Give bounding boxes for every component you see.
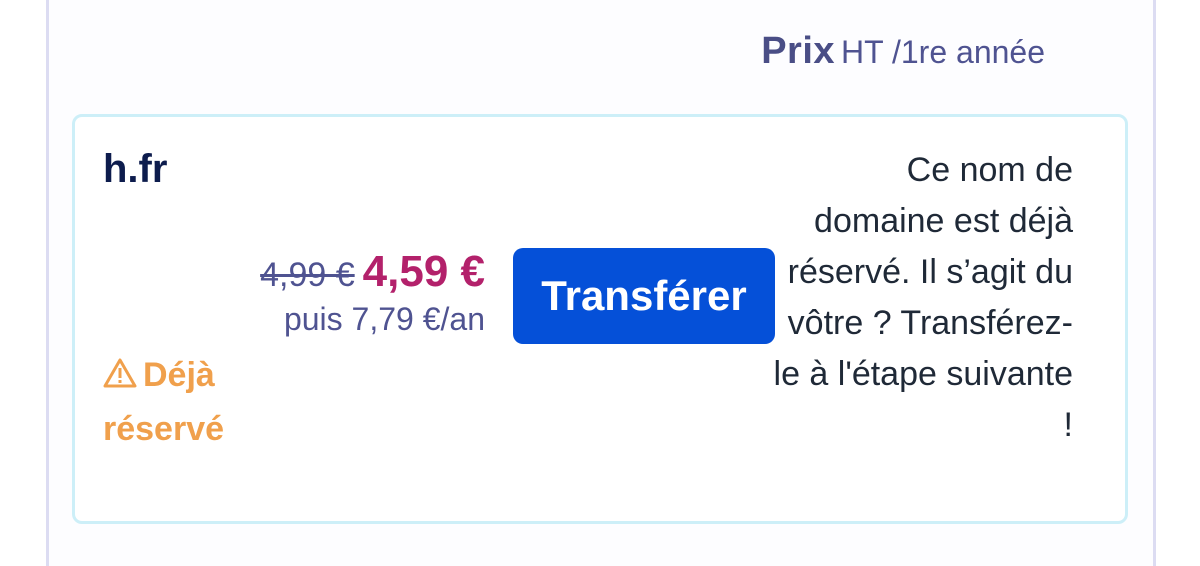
domain-status: Déjà réservé [103,349,263,455]
domain-result-card: h.fr 4,99 €4,59 € puis 7,79 €/an Transfé… [72,114,1128,524]
renewal-price: puis 7,79 €/an [283,301,485,337]
price-block: 4,99 €4,59 € puis 7,79 €/an [260,247,485,338]
status-text-line2: réservé [103,410,225,448]
transfer-button[interactable]: Transférer [513,248,775,344]
transfer-info-text: Ce nom de domaine est déjà réservé. Il s… [773,151,1073,444]
promo-price: 4,59 € [362,247,485,296]
price-header-label: Prix [761,30,836,72]
warning-triangle-icon [103,351,137,403]
price-column-header: Prix HT /1re année [761,30,1045,73]
price-header-sublabel: HT /1re année [841,34,1045,70]
domain-name: h.fr [103,147,168,191]
old-price: 4,99 € [260,256,355,294]
status-text-line1: Déjà [143,356,215,394]
